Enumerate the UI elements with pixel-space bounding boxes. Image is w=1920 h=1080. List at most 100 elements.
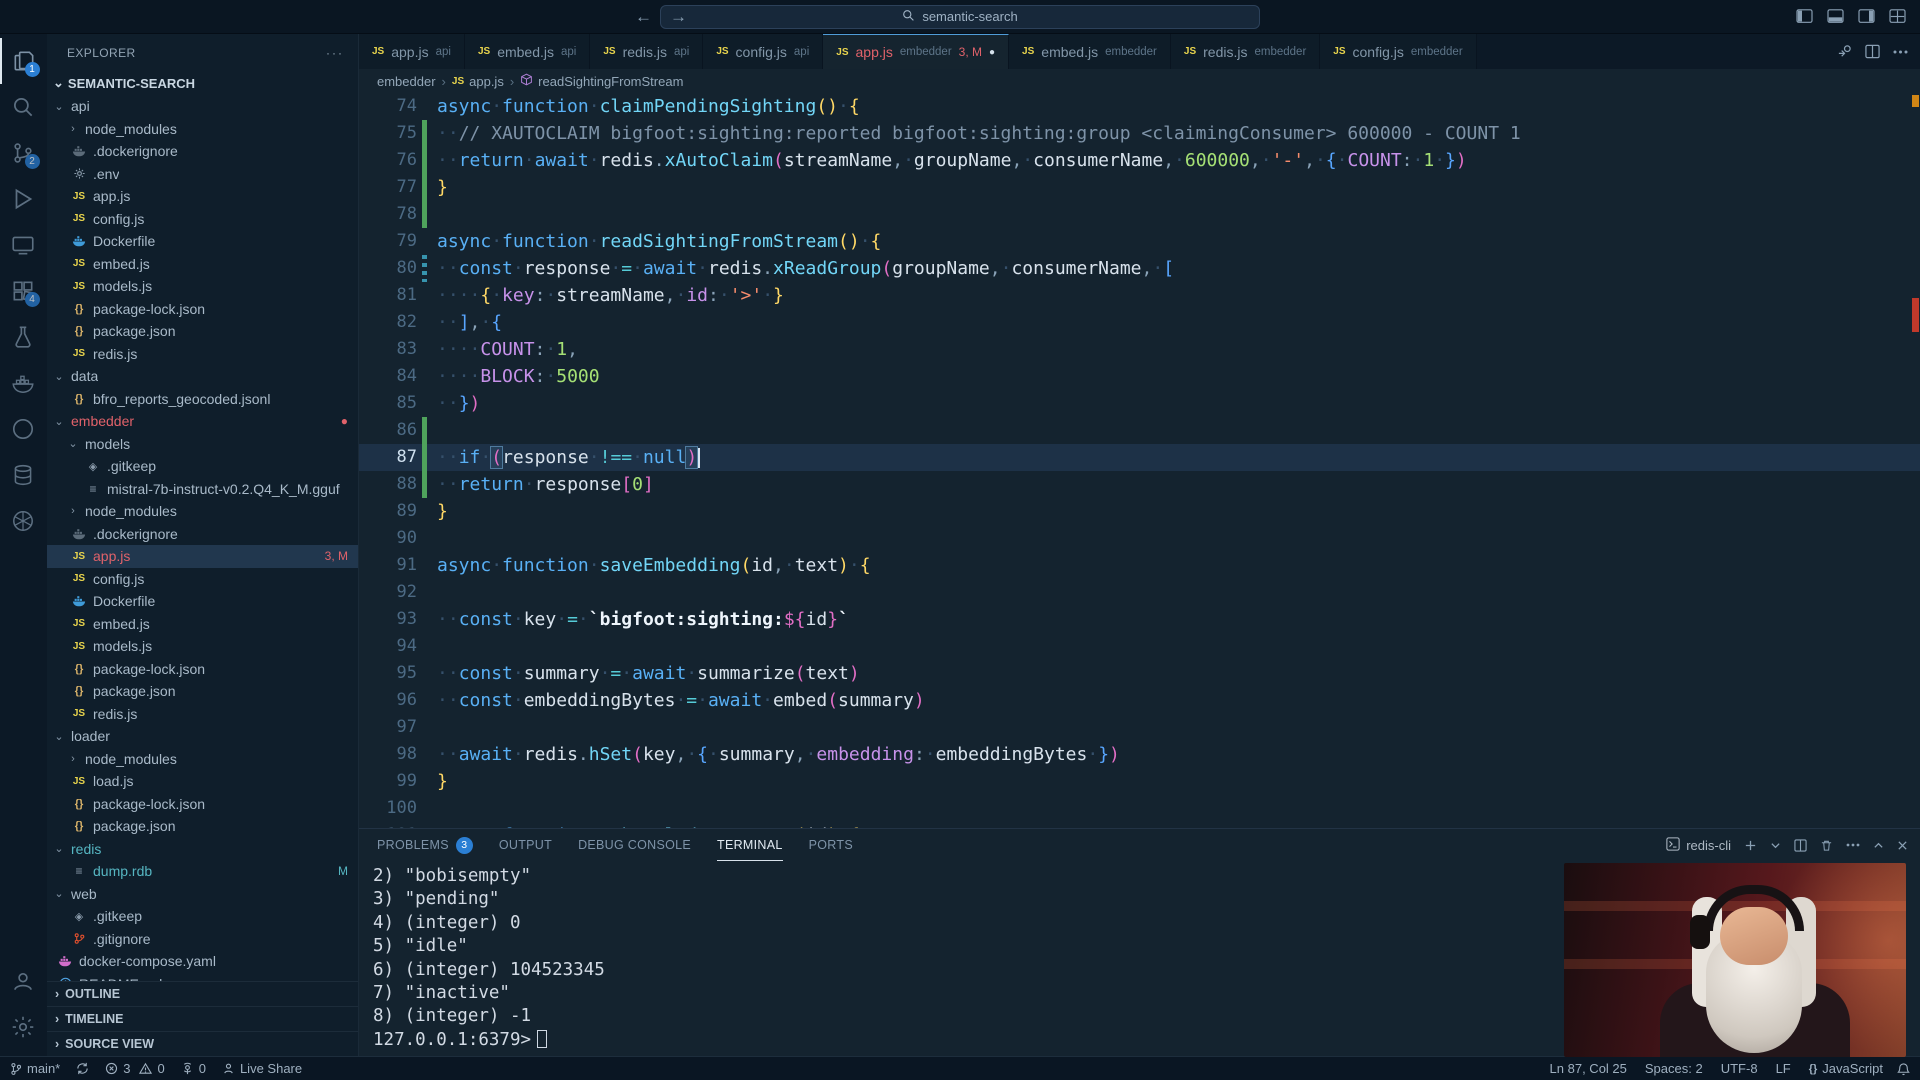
- code-line-87[interactable]: 87··if·(response·!==·null): [359, 444, 1920, 471]
- activity-source-control-icon[interactable]: 2: [0, 130, 47, 176]
- tab-redis.js-api[interactable]: JSredis.jsapi: [590, 34, 703, 69]
- toggle-sidebar-icon[interactable]: [1796, 9, 1813, 24]
- nav-forward-button[interactable]: →: [670, 7, 687, 27]
- tree-file-config.js[interactable]: JSconfig.js: [47, 568, 358, 591]
- code-line-101[interactable]: 101async·function·acknowledgeMessage(id)…: [359, 822, 1920, 828]
- panel-tab-ports[interactable]: PORTS: [809, 829, 853, 861]
- tab-config.js-api[interactable]: JSconfig.jsapi: [703, 34, 823, 69]
- toggle-secondary-sidebar-icon[interactable]: [1858, 9, 1875, 24]
- dirty-indicator-icon[interactable]: ●: [989, 47, 995, 58]
- panel-tab-output[interactable]: OUTPUT: [499, 829, 552, 861]
- open-changes-icon[interactable]: [1837, 44, 1852, 59]
- code-editor[interactable]: 74async·function·claimPendingSighting()·…: [359, 93, 1920, 828]
- tree-file-embed.js[interactable]: JSembed.js: [47, 613, 358, 636]
- tree-file-mistral-7b-instruct-v0.2.q4-k-m.gguf[interactable]: ≡mistral-7b-instruct-v0.2.Q4_K_M.gguf: [47, 478, 358, 501]
- activity-testing-icon[interactable]: [0, 314, 47, 360]
- code-line-84[interactable]: 84····BLOCK:·5000: [359, 363, 1920, 390]
- code-line-90[interactable]: 90: [359, 525, 1920, 552]
- kill-terminal-icon[interactable]: [1820, 839, 1833, 852]
- tab-app.js-api[interactable]: JSapp.jsapi: [359, 34, 465, 69]
- split-terminal-icon[interactable]: [1794, 839, 1807, 852]
- tree-file-dump.rdb[interactable]: ≡dump.rdbM: [47, 860, 358, 883]
- activity-accounts-icon[interactable]: [0, 958, 47, 1004]
- encoding-indicator[interactable]: UTF-8: [1721, 1061, 1758, 1076]
- activity-live-share-icon[interactable]: [0, 406, 47, 452]
- breadcrumb-item[interactable]: embedder: [377, 74, 436, 89]
- code-line-93[interactable]: 93··const·key·=·`bigfoot:sighting:${id}`: [359, 606, 1920, 633]
- tree-folder-embedder[interactable]: ⌄embedder●: [47, 410, 358, 433]
- nav-back-button[interactable]: ←: [635, 7, 652, 27]
- code-line-88[interactable]: 88··return·response[0]: [359, 471, 1920, 498]
- tree-file-docker-compose.yaml[interactable]: docker-compose.yaml: [47, 950, 358, 973]
- code-line-100[interactable]: 100: [359, 795, 1920, 822]
- tree-folder-api[interactable]: ⌄api: [47, 95, 358, 118]
- tree-file-redis.js[interactable]: JSredis.js: [47, 703, 358, 726]
- tab-embed.js-embedder[interactable]: JSembed.jsembedder: [1009, 34, 1171, 69]
- terminal-dropdown-icon[interactable]: [1770, 840, 1781, 851]
- tree-file-package-lock.json[interactable]: {}package-lock.json: [47, 298, 358, 321]
- activity-kubernetes-icon[interactable]: [0, 498, 47, 544]
- problems-indicator[interactable]: 3 0: [105, 1061, 164, 1076]
- command-center-search[interactable]: semantic-search: [660, 5, 1260, 29]
- code-line-98[interactable]: 98··await·redis.hSet(key,·{·summary,·emb…: [359, 741, 1920, 768]
- tab-redis.js-embedder[interactable]: JSredis.jsembedder: [1171, 34, 1320, 69]
- ports-indicator[interactable]: 0: [181, 1061, 206, 1076]
- tree-folder-loader[interactable]: ⌄loader: [47, 725, 358, 748]
- tree-folder-node-modules[interactable]: ›node_modules: [47, 500, 358, 523]
- tree-file-bfro-reports-geocoded.jsonl[interactable]: {}bfro_reports_geocoded.jsonl: [47, 388, 358, 411]
- code-line-97[interactable]: 97: [359, 714, 1920, 741]
- tab-embed.js-api[interactable]: JSembed.jsapi: [465, 34, 590, 69]
- tree-folder-node-modules[interactable]: ›node_modules: [47, 748, 358, 771]
- tree-file-.dockerignore[interactable]: .dockerignore: [47, 140, 358, 163]
- tree-file-load.js[interactable]: JSload.js: [47, 770, 358, 793]
- tree-file-.gitkeep[interactable]: ◈.gitkeep: [47, 455, 358, 478]
- activity-docker-icon[interactable]: [0, 360, 47, 406]
- code-line-94[interactable]: 94: [359, 633, 1920, 660]
- tree-file-dockerfile[interactable]: Dockerfile: [47, 590, 358, 613]
- tree-file-embed.js[interactable]: JSembed.js: [47, 253, 358, 276]
- eol-indicator[interactable]: LF: [1776, 1061, 1791, 1076]
- tree-file-app.js[interactable]: JSapp.js3, M: [47, 545, 358, 568]
- sidebar-section-timeline[interactable]: ›TIMELINE: [47, 1006, 358, 1031]
- customize-layout-icon[interactable]: [1889, 9, 1906, 24]
- split-editor-icon[interactable]: [1865, 44, 1880, 59]
- tree-file-config.js[interactable]: JSconfig.js: [47, 208, 358, 231]
- panel-tab-debug-console[interactable]: DEBUG CONSOLE: [578, 829, 691, 861]
- sidebar-section-source-view[interactable]: ›SOURCE VIEW: [47, 1031, 358, 1056]
- tree-file-package-lock.json[interactable]: {}package-lock.json: [47, 658, 358, 681]
- breadcrumb-item[interactable]: readSightingFromStream: [520, 73, 683, 89]
- code-line-85[interactable]: 85··}): [359, 390, 1920, 417]
- breadcrumb[interactable]: embedder›JSapp.js›readSightingFromStream: [359, 69, 1920, 93]
- code-line-75[interactable]: 75··// XAUTOCLAIM bigfoot:sighting:repor…: [359, 120, 1920, 147]
- explorer-more-actions-icon[interactable]: ···: [326, 46, 344, 60]
- tree-file-package.json[interactable]: {}package.json: [47, 680, 358, 703]
- activity-extensions-icon[interactable]: 4: [0, 268, 47, 314]
- panel-tab-terminal[interactable]: TERMINAL: [717, 829, 783, 861]
- activity-settings-icon[interactable]: [0, 1004, 47, 1050]
- tree-file-package.json[interactable]: {}package.json: [47, 815, 358, 838]
- code-line-89[interactable]: 89}: [359, 498, 1920, 525]
- code-line-86[interactable]: 86: [359, 417, 1920, 444]
- tree-file-.gitkeep[interactable]: ◈.gitkeep: [47, 905, 358, 928]
- tree-file-.gitignore[interactable]: .gitignore: [47, 928, 358, 951]
- activity-remote-explorer-icon[interactable]: [0, 222, 47, 268]
- tab-config.js-embedder[interactable]: JSconfig.jsembedder: [1320, 34, 1476, 69]
- tree-file-models.js[interactable]: JSmodels.js: [47, 635, 358, 658]
- tree-file-readme.md[interactable]: README.md: [47, 973, 358, 982]
- language-mode-indicator[interactable]: {} JavaScript: [1809, 1061, 1883, 1076]
- code-line-80[interactable]: 80··const·response·=·await·redis.xReadGr…: [359, 255, 1920, 282]
- workspace-section-header[interactable]: ⌄ SEMANTIC-SEARCH: [47, 71, 358, 95]
- live-share-button[interactable]: Live Share: [222, 1061, 302, 1076]
- tree-file-app.js[interactable]: JSapp.js: [47, 185, 358, 208]
- tree-folder-web[interactable]: ⌄web: [47, 883, 358, 906]
- panel-more-actions-icon[interactable]: [1846, 843, 1860, 847]
- tab-app.js-embedder[interactable]: JSapp.jsembedder3, M●: [823, 34, 1009, 69]
- tree-folder-models[interactable]: ⌄models: [47, 433, 358, 456]
- tree-file-redis.js[interactable]: JSredis.js: [47, 343, 358, 366]
- cursor-position-indicator[interactable]: Ln 87, Col 25: [1550, 1061, 1627, 1076]
- sync-changes-button[interactable]: [76, 1062, 89, 1075]
- git-branch-indicator[interactable]: main*: [10, 1061, 60, 1076]
- maximize-panel-icon[interactable]: [1873, 840, 1884, 851]
- activity-search-icon[interactable]: [0, 84, 47, 130]
- tree-folder-redis[interactable]: ⌄redis: [47, 838, 358, 861]
